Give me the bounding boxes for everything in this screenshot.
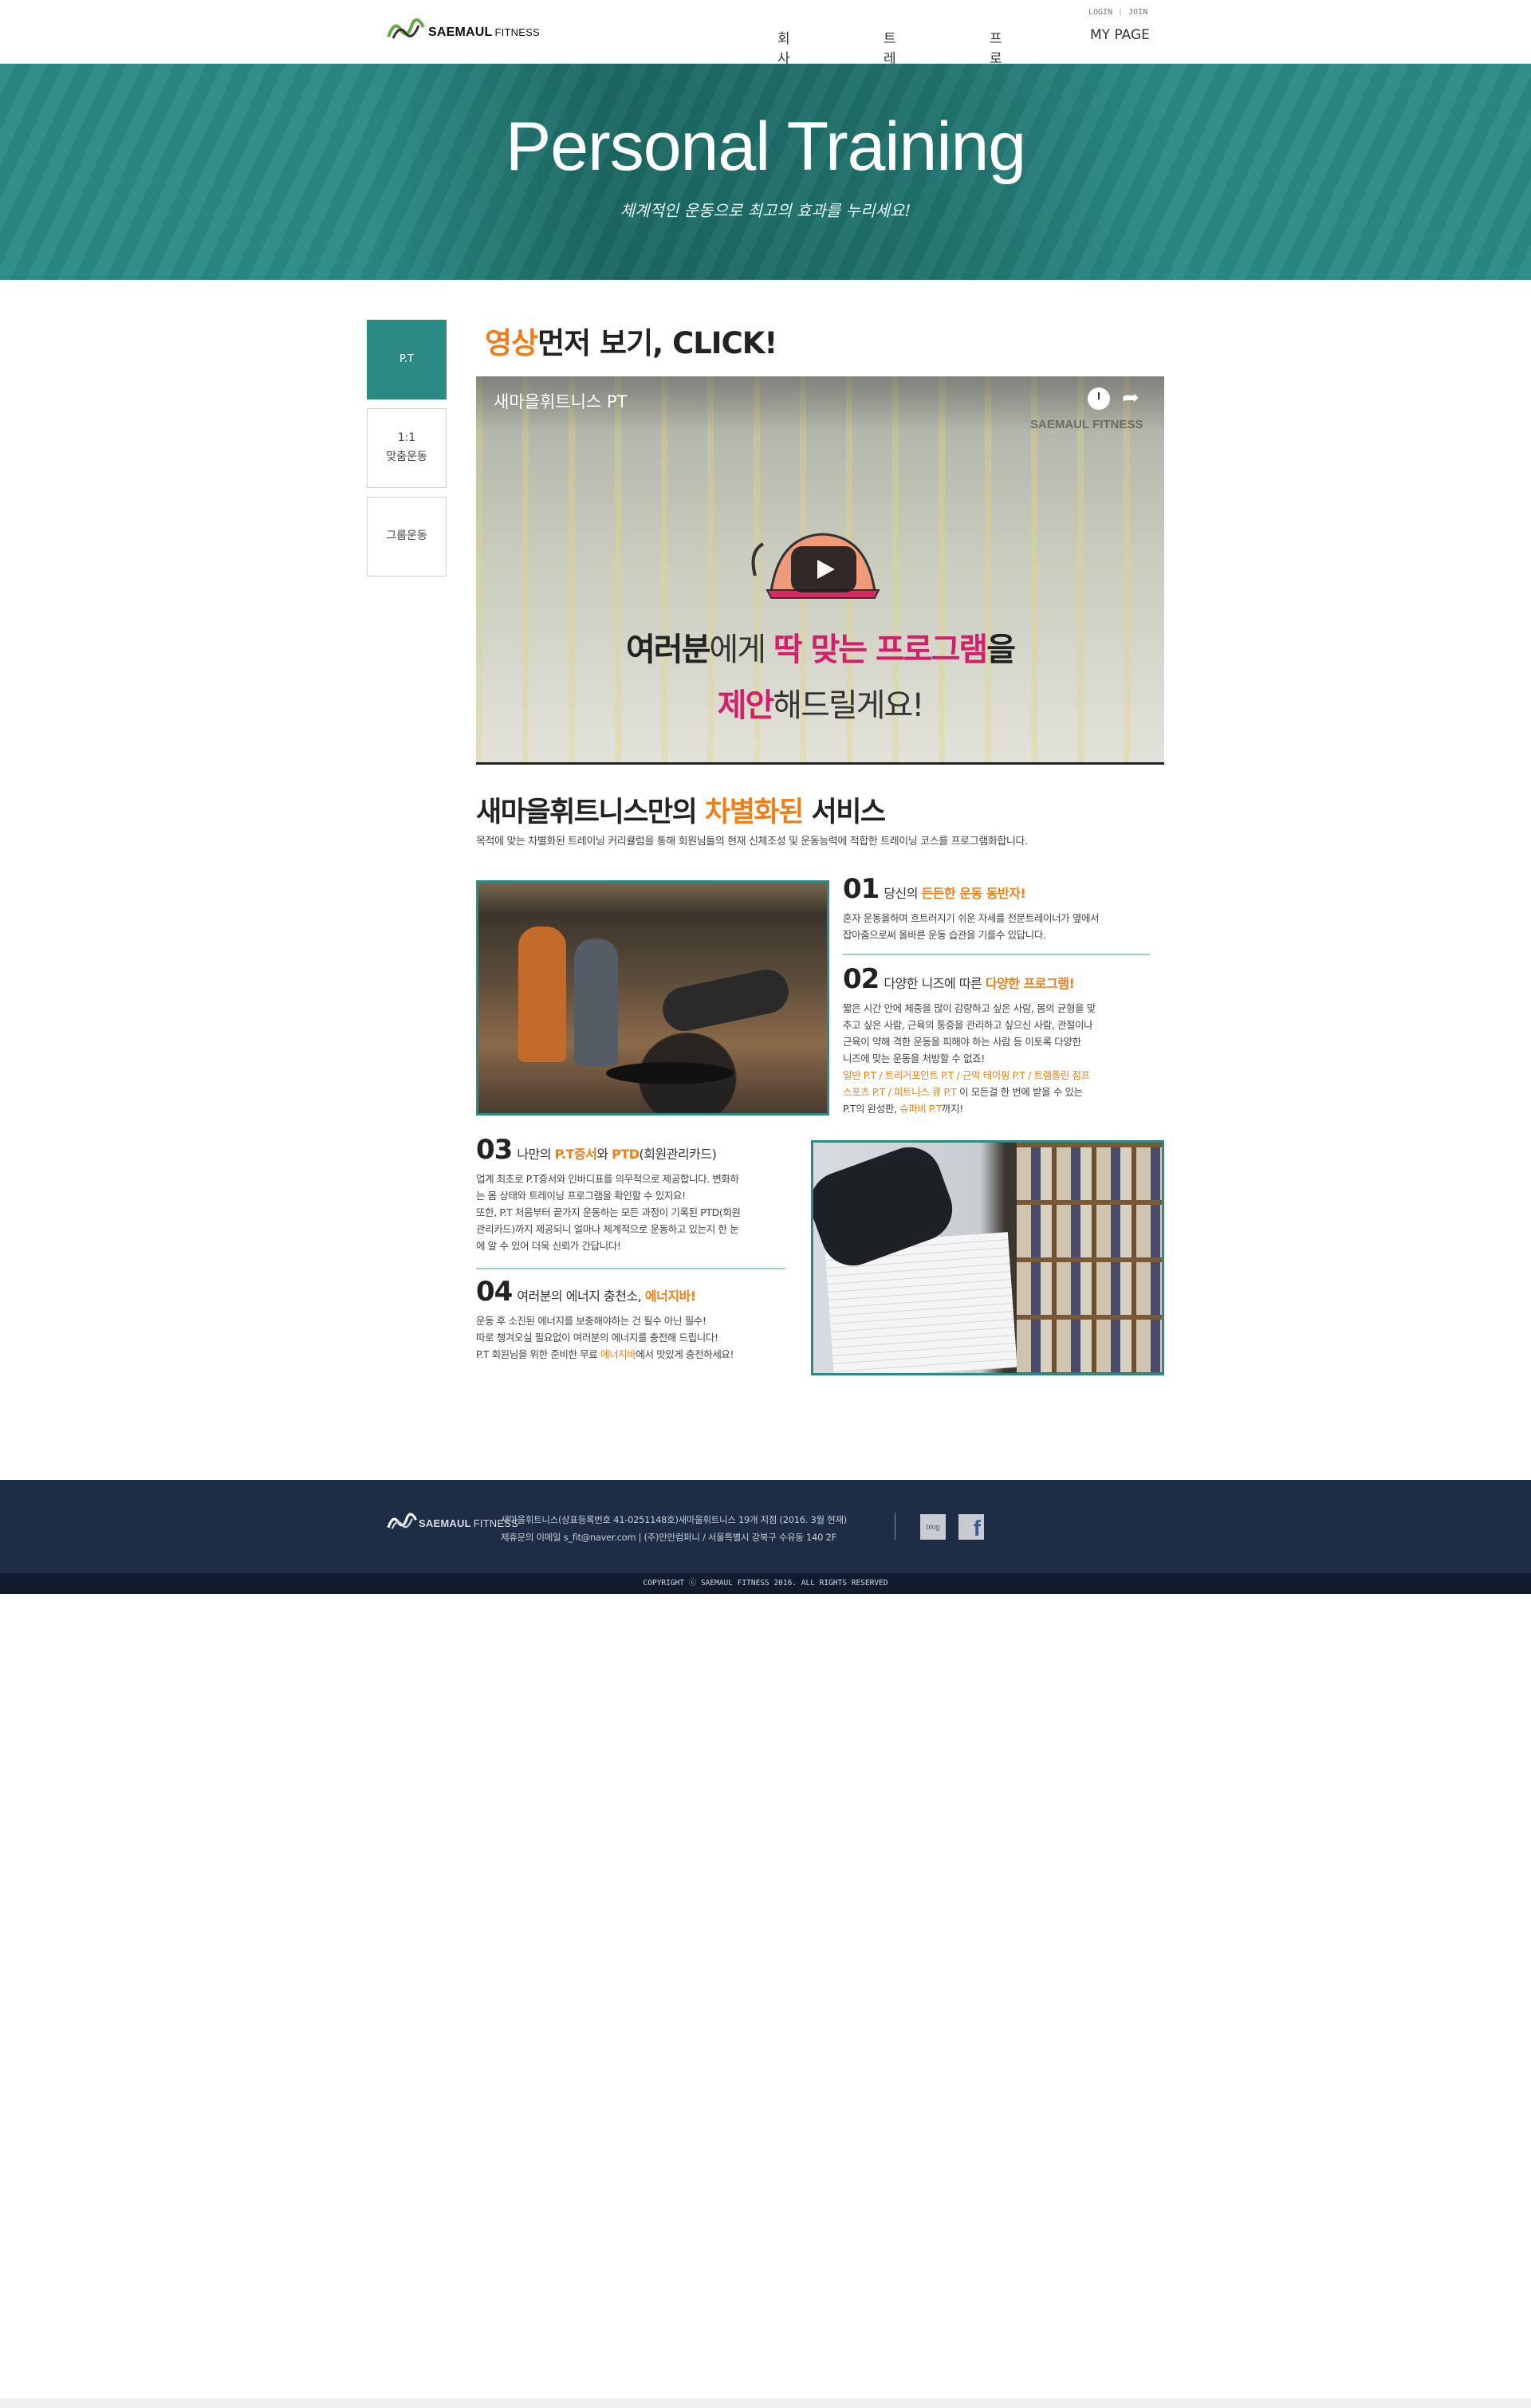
trampoline-training-photo	[476, 880, 829, 1115]
service-title: 새마을휘트니스만의 차별화된 서비스	[476, 797, 886, 828]
side-item-label: 1:1 맞춤운동	[386, 431, 427, 463]
side-menu: P.T 1:1 맞춤운동 그룹운동	[367, 320, 447, 585]
item-body: 운동 후 소진된 에너지를 보충해야하는 건 필수 아닌 필수! 따로 챙겨오실…	[476, 1315, 734, 1360]
item-body: 업계 최초로 P.T증서와 인바디표를 의무적으로 제공합니다. 변화하 는 몸…	[476, 1173, 741, 1252]
side-item-custom[interactable]: 1:1 맞춤운동	[367, 408, 447, 488]
side-item-label: 그룹운동	[386, 529, 427, 543]
item-divider	[843, 954, 1150, 955]
hero-subtitle: 체계적인 운동으로 최고의 효과를 누리세요!	[620, 201, 911, 220]
hero-banner: Personal Training 체계적인 운동으로 최고의 효과를 누리세요…	[0, 64, 1531, 280]
clock-icon[interactable]	[1088, 388, 1110, 410]
footer-info: 새마을휘트니스(상표등록번호 41-0251148호)새마을휘트니스 19개 지…	[501, 1514, 847, 1543]
site-logo[interactable]: SAEMAUL FITNESS	[387, 13, 540, 43]
join-link[interactable]: JOIN	[1128, 8, 1147, 17]
share-icon[interactable]: ➦	[1122, 386, 1139, 410]
video-name: 새마을휘트니스 PT	[494, 392, 628, 411]
side-item-label: P.T	[399, 352, 414, 365]
service-item-02: 02 다양한 니즈에 따른 다양한 프로그램! 짧은 시간 안에 체중을 많이 감…	[843, 963, 1166, 1117]
site-header: SAEMAULFITNESS LOGIN|JOIN 회사소개 트레이너 프로그램…	[0, 0, 1531, 107]
service-item-04: 04 여러분의 에너지 충천소, 에너지바! 운동 후 소진된 에너지를 보충해야…	[476, 1276, 795, 1363]
pt-record-photo	[811, 1140, 1164, 1375]
page: SAEMAULFITNESS LOGIN|JOIN 회사소개 트레이너 프로그램…	[0, 0, 1531, 2408]
footer-logo: SAEMAUL FITNESS	[387, 1509, 518, 1533]
service-item-03: 03 나만의 P.T증서와 PTD(회원관리카드) 업계 최초로 P.T증서와 인…	[476, 1134, 795, 1254]
play-icon[interactable]	[791, 546, 856, 592]
bottom-strip	[0, 2398, 1531, 2408]
hero-title: Personal Training	[505, 108, 1026, 185]
service-item-01: 01 당신의 든든한 운동 동반자! 혼자 운동을하며 흐트러지기 쉬운 자세를 …	[843, 873, 1166, 943]
facebook-icon[interactable]: f	[958, 1514, 984, 1540]
item-body: 짧은 시간 안에 체중을 많이 감량하고 싶은 사람, 몸의 균형을 맞 추고 …	[843, 1000, 1166, 1117]
video-player[interactable]: 새마을휘트니스 PT ➦ SAEMAUL FITNESS 여러분에게 딱 맞는 …	[476, 376, 1164, 765]
video-caption-line2: 제안해드릴게요!	[717, 687, 925, 724]
item-heading: 03 나만의 P.T증서와 PTD(회원관리카드)	[476, 1134, 717, 1166]
blog-icon[interactable]: blog	[920, 1514, 946, 1540]
item-body: 혼자 운동을하며 흐트러지기 쉬운 자세를 전문트레이너가 옆에서 잡아줌으로써…	[843, 912, 1100, 941]
login-link[interactable]: LOGIN	[1088, 8, 1112, 17]
video-section-title: 영상먼저 보기, CLICK!	[485, 326, 777, 360]
util-separator: |	[1118, 8, 1124, 17]
side-item-pt[interactable]: P.T	[367, 320, 447, 399]
item-divider	[476, 1268, 785, 1269]
video-brand-watermark: SAEMAUL FITNESS	[1030, 418, 1143, 431]
video-caption-line1: 여러분에게 딱 맞는 프로그램을	[626, 632, 1016, 668]
copyright: COPYRIGHT ⓒ SAEMAUL FITNESS 2016. ALL RI…	[0, 1573, 1531, 1594]
utility-links: LOGIN | JOIN	[1088, 8, 1147, 17]
logo-text: SAEMAUL FITNESS	[428, 26, 540, 39]
side-item-group[interactable]: 그룹운동	[367, 497, 447, 576]
logo-mark-icon	[387, 18, 425, 39]
item-heading: 01 당신의 든든한 운동 동반자!	[843, 873, 1026, 905]
nav-item-mypage[interactable]: MY PAGE	[1090, 27, 1150, 43]
service-description: 목적에 맞는 차별화된 트레이닝 커리큘럼을 통해 회원님들의 현재 신체조성 …	[476, 836, 1028, 848]
program-list: 일반 P.T / 트리거포인트 P.T / 근막 테이핑 P.T / 트램폴린 …	[843, 1069, 1090, 1081]
item-heading: 04 여러분의 에너지 충천소, 에너지바!	[476, 1276, 696, 1308]
item-heading: 02 다양한 니즈에 따른 다양한 프로그램!	[843, 963, 1075, 995]
